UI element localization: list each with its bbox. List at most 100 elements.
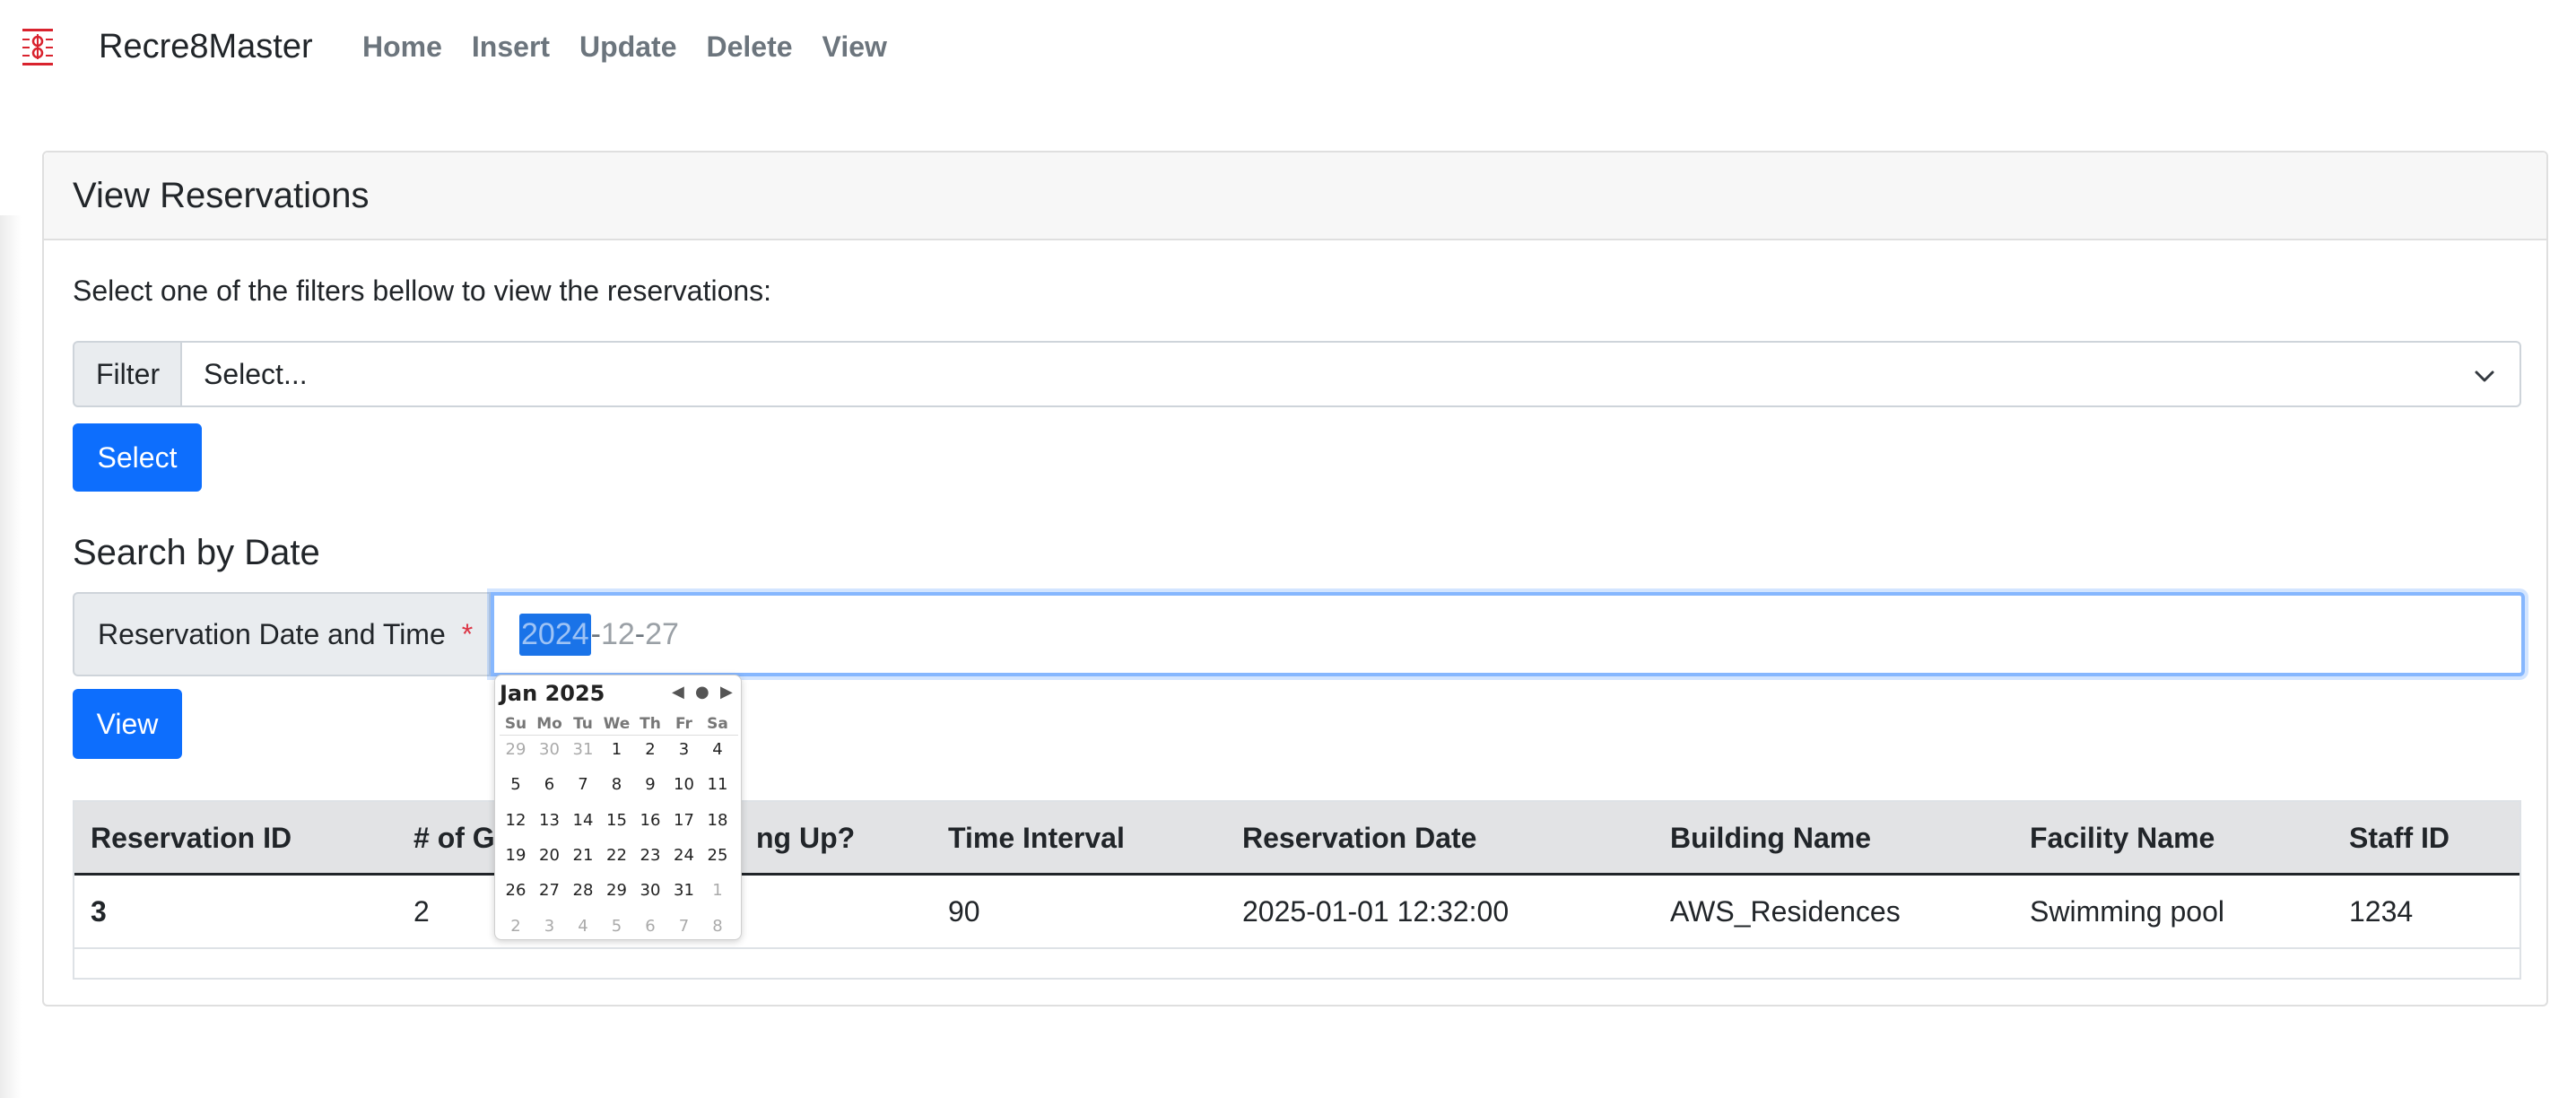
calendar-day[interactable]: 1 [601, 740, 633, 759]
next-month-icon[interactable]: ▶ [720, 683, 733, 702]
calendar-day[interactable]: 13 [534, 811, 566, 830]
cell-staff-id: 1234 [2349, 894, 2414, 928]
calendar-day[interactable]: 30 [534, 740, 566, 759]
col-header-time-interval: Time Interval [948, 821, 1125, 854]
date-day-segment[interactable]: 27 [645, 617, 679, 652]
nav-home[interactable]: Home [362, 27, 442, 66]
nav-view[interactable]: View [822, 27, 887, 66]
date-year-segment[interactable]: 2024 [519, 613, 591, 656]
prev-month-icon[interactable]: ◀ [672, 683, 684, 702]
calendar-day[interactable]: 5 [500, 775, 532, 794]
calendar-day[interactable]: 30 [634, 881, 666, 900]
col-header-facility-name: Facility Name [2030, 821, 2215, 854]
view-reservations-card: View Reservations Select one of the filt… [42, 151, 2548, 1006]
calendar-day[interactable]: 12 [500, 811, 532, 830]
calendar-day[interactable]: 31 [567, 740, 599, 759]
calendar-day[interactable]: 20 [534, 846, 566, 865]
today-dot-icon[interactable]: ● [695, 683, 709, 702]
calendar-month-label[interactable]: Jan 2025 [500, 681, 605, 706]
cell-time-interval: 90 [948, 894, 980, 928]
calendar-day[interactable]: 16 [634, 811, 666, 830]
reservation-date-label-text: Reservation Date and Time [98, 617, 446, 650]
calendar-day[interactable]: 22 [601, 846, 633, 865]
select-button[interactable]: Select [73, 423, 202, 492]
chevron-down-icon [2475, 370, 2494, 382]
calendar-day[interactable]: 25 [701, 846, 734, 865]
date-picker-popup: Jan 2025 ◀ ● ▶ Su Mo Tu We Th Fr Sa 29 30 31 1 2 3 4… [494, 675, 742, 940]
calendar-weekday-row: Su Mo Tu We Th Fr Sa [500, 715, 738, 736]
left-shadow [0, 215, 22, 1098]
weekday-label: Fr [675, 715, 692, 733]
calendar-day[interactable]: 27 [534, 881, 566, 900]
col-header-building-name: Building Name [1670, 821, 1872, 854]
brand-name[interactable]: Recre8Master [99, 27, 313, 66]
calendar-day[interactable]: 8 [601, 775, 633, 794]
filter-select[interactable]: Select... [182, 341, 2521, 407]
calendar-day[interactable]: 23 [634, 846, 666, 865]
col-header-reservation-date: Reservation Date [1242, 821, 1477, 854]
calendar-day[interactable]: 15 [601, 811, 633, 830]
weekday-label: Sa [707, 715, 728, 733]
calendar-day[interactable]: 18 [701, 811, 734, 830]
card-title: View Reservations [73, 175, 370, 215]
calendar-day[interactable]: 17 [668, 811, 701, 830]
intro-text: Select one of the filters bellow to view… [73, 274, 772, 307]
calendar-day[interactable]: 11 [701, 775, 734, 794]
calendar-header: Jan 2025 ◀ ● ▶ [500, 679, 738, 706]
nav-update[interactable]: Update [579, 27, 676, 66]
calendar-day[interactable]: 4 [567, 917, 599, 936]
calendar-day[interactable]: 29 [601, 881, 633, 900]
brand-logo-icon[interactable] [20, 23, 56, 70]
reservation-date-label: Reservation Date and Time * [73, 592, 491, 676]
reservations-table: Reservation ID # of G ng Up? Time Interv… [73, 800, 2521, 980]
cell-facility-name: Swimming pool [2030, 894, 2224, 928]
nav-delete[interactable]: Delete [707, 27, 793, 66]
weekday-label: Th [640, 715, 661, 733]
cell-reservation-date: 2025-01-01 12:32:00 [1242, 894, 1510, 928]
calendar-day[interactable]: 29 [500, 740, 532, 759]
calendar-day[interactable]: 7 [567, 775, 599, 794]
nav-insert[interactable]: Insert [472, 27, 550, 66]
calendar-day[interactable]: 31 [668, 881, 701, 900]
calendar-day[interactable]: 2 [500, 917, 532, 936]
calendar-day[interactable]: 7 [668, 917, 701, 936]
filter-select-value: Select... [204, 357, 308, 390]
filter-input-group: Filter Select... [73, 341, 2521, 407]
calendar-day[interactable]: 26 [500, 881, 532, 900]
date-separator: - [590, 616, 601, 651]
card-header: View Reservations [44, 152, 2546, 240]
view-button[interactable]: View [73, 689, 182, 759]
calendar-day[interactable]: 6 [534, 775, 566, 794]
weekday-label: We [603, 715, 631, 733]
calendar-day[interactable]: 8 [701, 917, 734, 936]
table-row[interactable]: 3 2 90 2025-01-01 12:32:00 AWS_Residence… [74, 876, 2519, 949]
calendar-day[interactable]: 5 [601, 917, 633, 936]
col-header-guests: # of G [413, 821, 495, 854]
calendar-day[interactable]: 3 [668, 740, 701, 759]
calendar-day[interactable]: 9 [634, 775, 666, 794]
date-input-group: Reservation Date and Time * 2024 - 12 - … [73, 592, 2525, 676]
reservation-date-input[interactable]: 2024 - 12 - 27 [491, 592, 2525, 676]
col-header-reservation-id: Reservation ID [91, 821, 292, 854]
calendar-day[interactable]: 19 [500, 846, 532, 865]
weekday-label: Mo [536, 715, 562, 733]
cell-building-name: AWS_Residences [1670, 894, 1901, 928]
calendar-day[interactable]: 3 [534, 917, 566, 936]
filter-label: Filter [73, 341, 182, 407]
calendar-day[interactable]: 24 [668, 846, 701, 865]
calendar-day[interactable]: 14 [567, 811, 599, 830]
col-header-staff-id: Staff ID [2349, 821, 2450, 854]
calendar-day[interactable]: 28 [567, 881, 599, 900]
calendar-day[interactable]: 2 [634, 740, 666, 759]
calendar-day[interactable]: 1 [701, 881, 734, 900]
calendar-day[interactable]: 4 [701, 740, 734, 759]
navbar: Recre8Master Home Insert Update Delete V… [0, 0, 2576, 93]
table-header-row: Reservation ID # of G ng Up? Time Interv… [74, 802, 2519, 876]
calendar-day[interactable]: 6 [634, 917, 666, 936]
calendar-day[interactable]: 21 [567, 846, 599, 865]
required-mark: * [461, 617, 474, 650]
date-month-segment[interactable]: 12 [601, 617, 635, 652]
calendar-day[interactable]: 10 [668, 775, 701, 794]
weekday-label: Tu [573, 715, 593, 733]
weekday-label: Su [504, 715, 527, 733]
